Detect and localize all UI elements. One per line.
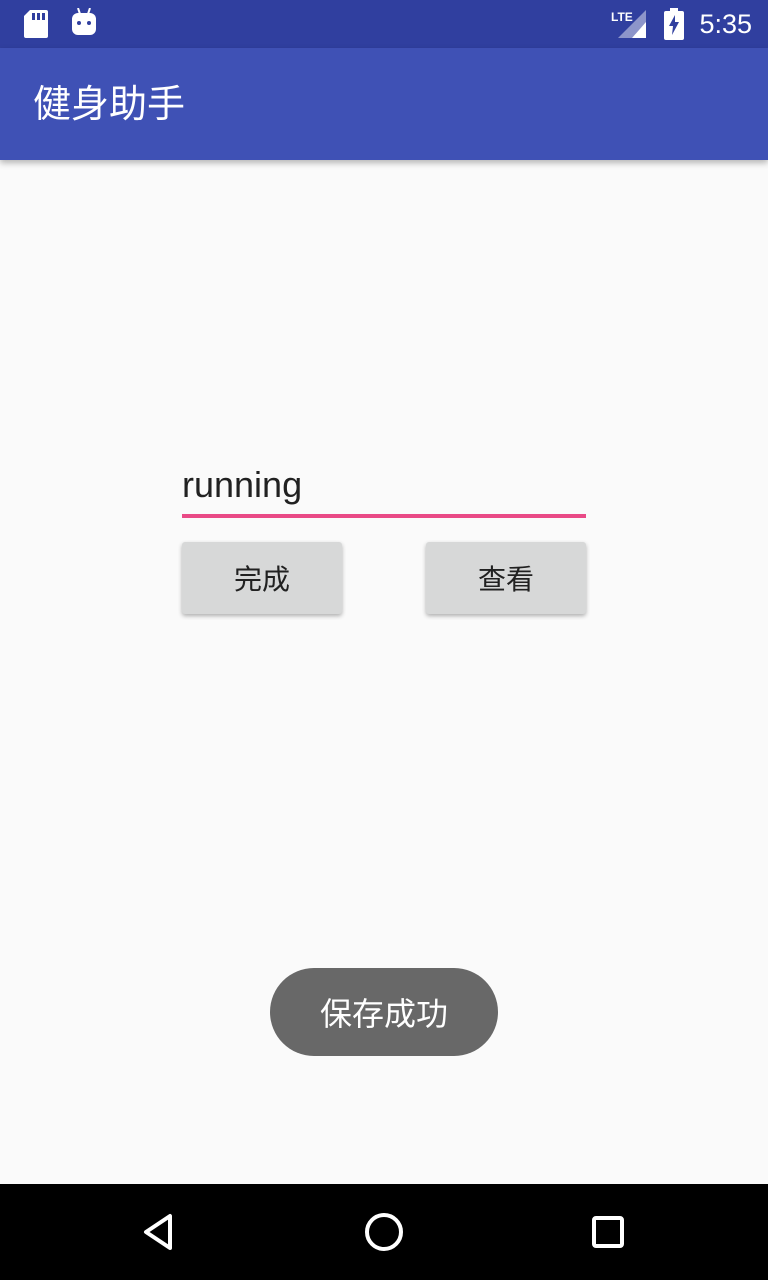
toast-message: 保存成功 xyxy=(270,968,498,1056)
sd-card-icon xyxy=(24,10,48,38)
view-button[interactable]: 查看 xyxy=(426,542,586,614)
recents-icon[interactable] xyxy=(584,1208,632,1256)
home-icon[interactable] xyxy=(360,1208,408,1256)
android-icon xyxy=(72,8,96,35)
clock: 5:35 xyxy=(699,9,752,39)
back-icon[interactable] xyxy=(136,1208,184,1256)
svg-text:LTE: LTE xyxy=(611,10,633,24)
activity-input[interactable] xyxy=(182,458,586,512)
battery-charging-icon xyxy=(664,8,684,40)
navigation-bar xyxy=(0,1184,768,1280)
lte-signal-icon: LTE xyxy=(611,10,646,38)
status-bar: LTE 5:35 xyxy=(0,0,768,48)
main-content: 完成 查看 保存成功 xyxy=(0,160,768,1184)
app-bar: 健身助手 xyxy=(0,48,768,160)
activity-text-field[interactable] xyxy=(182,458,586,518)
app-title: 健身助手 xyxy=(33,82,186,126)
done-button[interactable]: 完成 xyxy=(182,542,342,614)
